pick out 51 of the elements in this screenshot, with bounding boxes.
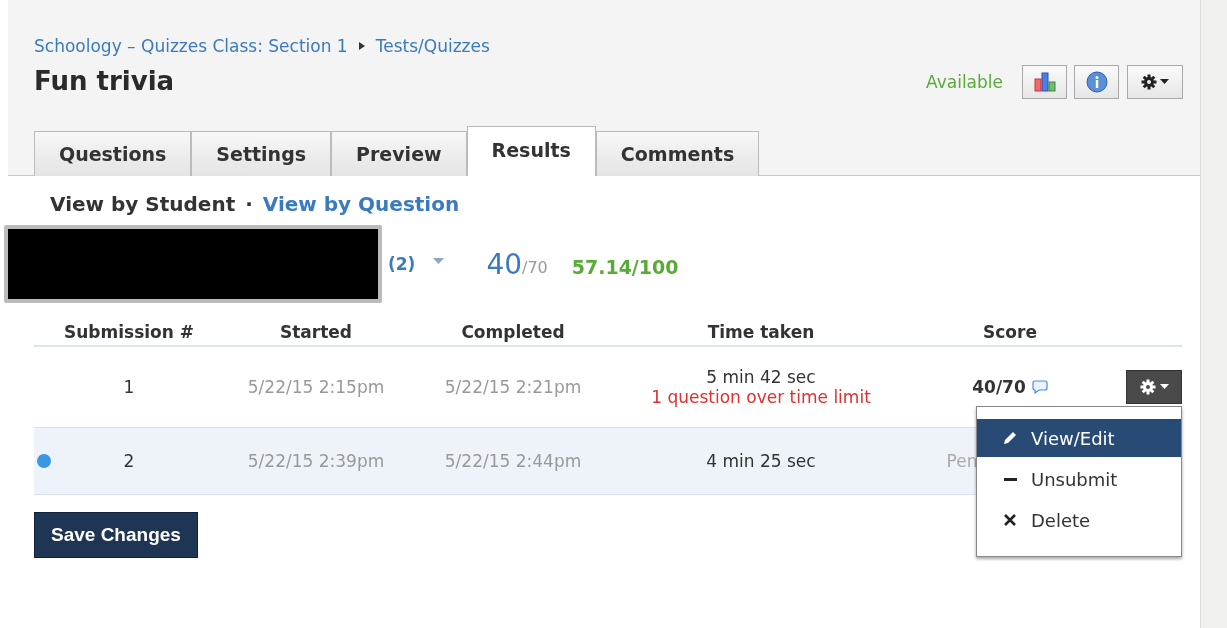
score-percent: 57.14/100 xyxy=(571,256,679,278)
info-button[interactable] xyxy=(1074,65,1119,99)
table-cell-text: 5/22/15 2:15pm xyxy=(246,377,386,397)
time-limit-warning: 1 question over time limit xyxy=(651,387,871,407)
availability-status: Available xyxy=(926,72,1003,92)
tab[interactable]: Settings xyxy=(191,131,332,176)
table-cell-text: 5/22/15 2:21pm xyxy=(443,377,583,397)
bar-chart-icon xyxy=(1033,72,1056,92)
column-header: Score xyxy=(982,322,1038,342)
tab[interactable]: Questions xyxy=(34,131,192,176)
attempt-count[interactable]: (2) xyxy=(388,254,416,274)
separator-dot: · xyxy=(245,192,253,216)
close-icon xyxy=(1002,512,1018,528)
score-points: 40 xyxy=(486,247,522,281)
column-header: Submission # xyxy=(62,322,196,342)
tab[interactable]: Preview xyxy=(331,131,467,176)
table-cell: 5 min 42 sec xyxy=(706,367,816,387)
view-option[interactable]: View by Question xyxy=(262,192,460,216)
tab[interactable]: Results xyxy=(466,126,596,176)
table-cell-text: 5/22/15 2:39pm xyxy=(246,451,386,471)
tab[interactable]: Comments xyxy=(595,131,760,176)
table-cell-text: 2 xyxy=(122,451,136,471)
view-option[interactable]: View by Student xyxy=(50,192,236,216)
breadcrumb-link[interactable]: Schoology – Quizzes Class: Section 1 xyxy=(34,36,348,56)
column-header: Started xyxy=(278,322,354,342)
table-cell: 4 min 25 sec xyxy=(706,451,816,471)
breadcrumb-link[interactable]: Tests/Quizzes xyxy=(375,36,490,56)
gear-icon xyxy=(1139,379,1156,395)
column-header: Completed xyxy=(460,322,566,342)
table-cell-text: 5/22/15 2:44pm xyxy=(443,451,583,471)
info-icon xyxy=(1085,71,1108,93)
menu-item[interactable]: View/Edit xyxy=(977,419,1181,457)
page-title: Fun trivia xyxy=(34,66,176,96)
table-cell-text: 1 xyxy=(122,377,136,397)
menu-item[interactable]: Unsubmit xyxy=(977,460,1181,498)
caret-icon xyxy=(1160,79,1169,85)
column-header: Time taken xyxy=(706,322,816,342)
statistics-button[interactable] xyxy=(1022,65,1067,99)
dropdown-caret-icon xyxy=(433,257,445,265)
breadcrumb-arrow-icon xyxy=(357,41,366,51)
gear-icon xyxy=(1141,74,1157,90)
minus-icon xyxy=(1003,477,1017,481)
actions-button[interactable] xyxy=(1126,370,1182,404)
caret-icon xyxy=(1159,384,1169,390)
save-changes-button[interactable]: Save Changes xyxy=(34,512,198,558)
menu-item[interactable]: Delete xyxy=(977,501,1181,539)
settings-button[interactable] xyxy=(1127,65,1183,99)
score-total: /70 xyxy=(522,257,548,277)
pencil-icon xyxy=(1002,430,1018,446)
table-cell: Pen xyxy=(946,451,978,471)
table-cell: 40/70 xyxy=(972,377,1026,397)
